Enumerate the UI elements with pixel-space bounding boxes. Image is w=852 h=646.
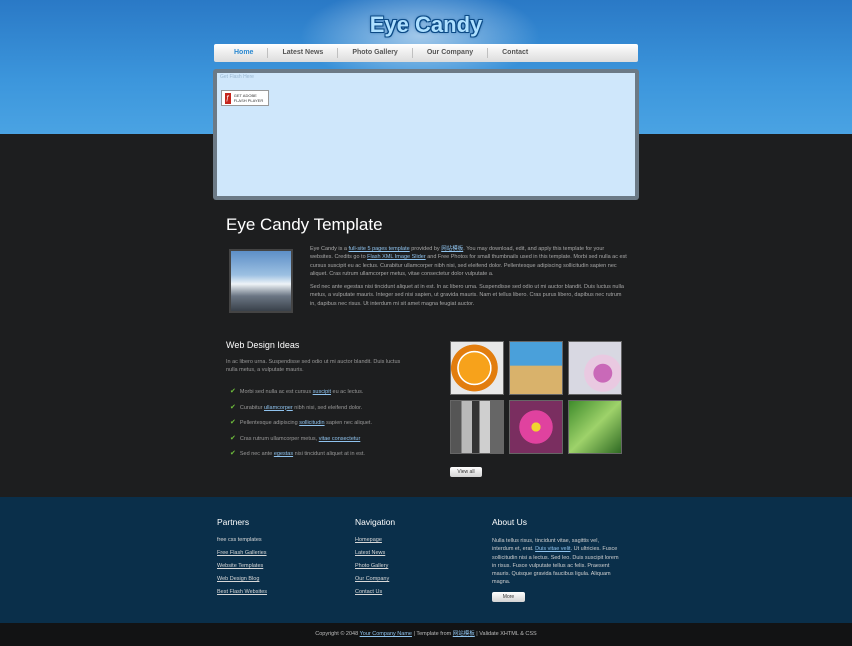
footer-nav-link[interactable]: Our Company bbox=[355, 576, 395, 589]
slider-link[interactable]: Flash XML Image Slider bbox=[367, 254, 426, 260]
about-title: About Us bbox=[492, 517, 527, 527]
source-link[interactable]: 网站模板 bbox=[453, 631, 475, 637]
ideas-list: ✔ Morbi sed nulla ac est cursus suscipit … bbox=[230, 388, 372, 467]
list-text: nibh nisi, sed eleifend dolor. bbox=[292, 404, 363, 411]
list-link[interactable]: sollicitudin bbox=[299, 420, 324, 426]
check-icon: ✔ bbox=[230, 434, 236, 442]
copyright-text: | Validate XHTML & CSS bbox=[474, 631, 537, 637]
site-logo[interactable]: Eye Candy bbox=[0, 12, 852, 38]
nav-our-company[interactable]: Our Company bbox=[413, 48, 489, 58]
intro-text: Eye Candy is a bbox=[310, 246, 349, 252]
partner-link[interactable]: Best Flash Websites bbox=[217, 589, 267, 602]
flash-slider: Get Flash Here ƒ GET ADOBE FLASH PLAYER bbox=[217, 73, 635, 196]
mountain-image bbox=[229, 249, 293, 313]
more-button[interactable]: More bbox=[492, 591, 525, 602]
list-text: eu ac lectus. bbox=[330, 389, 364, 395]
list-item: ✔ Pellentesque adipiscing sollicitudin sa… bbox=[230, 419, 372, 436]
nav-contact[interactable]: Contact bbox=[488, 48, 542, 58]
footer-navigation: Navigation Homepage Latest News Photo Ga… bbox=[355, 517, 395, 602]
list-text: Morbi sed nulla ac est cursus bbox=[239, 389, 313, 395]
thumbnail-gallery bbox=[450, 341, 624, 454]
intro-paragraph-2: Sed nec ante egestas nisi tincidunt aliq… bbox=[310, 284, 624, 307]
nav-home[interactable]: Home bbox=[220, 48, 269, 58]
list-text: Curabitur bbox=[239, 404, 265, 411]
footer-about: About Us Nulla tellus risus, tincidunt v… bbox=[492, 517, 620, 602]
footer-nav-link[interactable]: Latest News bbox=[355, 550, 395, 563]
company-link[interactable]: Your Company Name bbox=[360, 631, 412, 637]
intro-title: Eye Candy Template bbox=[226, 215, 383, 234]
thumbnail-orange[interactable] bbox=[450, 341, 504, 395]
list-item: ✔ Morbi sed nulla ac est cursus suscipit … bbox=[230, 388, 372, 405]
nav-photo-gallery[interactable]: Photo Gallery bbox=[338, 48, 413, 58]
partners-list: free css templates Free Flash Galleries … bbox=[217, 537, 267, 602]
copyright-bar: Copyright © 2048 Your Company Name | Tem… bbox=[0, 623, 852, 646]
list-item: ✔ Curabitur ullamcorper nibh nisi, sed el… bbox=[230, 403, 372, 421]
about-text: Nulla tellus risus, tincidunt vitae, sag… bbox=[492, 537, 620, 587]
list-text: Cras rutrum ullamcorper metus, bbox=[239, 435, 319, 442]
thumbnail-people[interactable] bbox=[450, 400, 504, 454]
navigation-list: Homepage Latest News Photo Gallery Our C… bbox=[355, 537, 395, 602]
partner-link[interactable]: Web Design Blog bbox=[217, 576, 267, 589]
flash-slider-frame: Get Flash Here ƒ GET ADOBE FLASH PLAYER bbox=[213, 69, 639, 200]
footer-nav-link[interactable]: Photo Gallery bbox=[355, 563, 395, 576]
thumbnail-flower-magenta[interactable] bbox=[509, 400, 563, 454]
partner-link[interactable]: free css templates bbox=[217, 537, 267, 550]
list-text: sapien nec aliquet. bbox=[324, 420, 372, 426]
list-text: nisi tincidunt aliquet at in est. bbox=[293, 451, 365, 457]
partner-link[interactable]: Free Flash Galleries bbox=[217, 550, 267, 563]
list-link[interactable]: ullamcorper bbox=[264, 405, 293, 411]
partners-title: Partners bbox=[217, 517, 250, 527]
footer-partners: Partners free css templates Free Flash G… bbox=[217, 517, 267, 602]
footer bbox=[0, 497, 852, 623]
check-icon: ✔ bbox=[230, 403, 236, 411]
navigation-title: Navigation bbox=[355, 517, 396, 527]
list-item: ✔ Cras rutrum ullamcorper metus, vitae co… bbox=[230, 434, 372, 452]
intro-paragraph-1: Eye Candy is a full-site 5 pages templat… bbox=[310, 245, 628, 279]
thumbnail-barbed-wire[interactable] bbox=[568, 400, 622, 454]
thumbnail-flower-pink[interactable] bbox=[568, 341, 622, 395]
list-link[interactable]: vitae consectetur bbox=[319, 436, 361, 442]
ideas-title: Web Design Ideas bbox=[226, 340, 300, 350]
list-text: Sed nec ante bbox=[239, 451, 274, 457]
list-link[interactable]: suscipit bbox=[313, 389, 331, 395]
flash-icon: ƒ bbox=[225, 92, 231, 104]
flash-top-text: Get Flash Here bbox=[220, 74, 254, 80]
thumbnail-pyramid[interactable] bbox=[509, 341, 563, 395]
list-text: Pellentesque adipiscing bbox=[239, 420, 300, 426]
flash-badge-text: GET ADOBE FLASH PLAYER bbox=[233, 93, 264, 103]
check-icon: ✔ bbox=[230, 419, 236, 426]
footer-nav-link[interactable]: Homepage bbox=[355, 537, 395, 550]
nav-latest-news[interactable]: Latest News bbox=[268, 48, 339, 58]
get-flash-player-button[interactable]: ƒ GET ADOBE FLASH PLAYER bbox=[221, 90, 269, 106]
provider-link[interactable]: 网站模板 bbox=[441, 246, 463, 252]
copyright-text: Copyright © 2048 bbox=[315, 631, 360, 637]
view-all-button[interactable]: View all bbox=[450, 467, 482, 477]
ideas-text: In ac libero urna. Suspendisse sed odio … bbox=[226, 359, 401, 373]
partner-link[interactable]: Website Templates bbox=[217, 563, 267, 576]
main-nav: Home Latest News Photo Gallery Our Compa… bbox=[214, 44, 638, 62]
copyright-text: | Template from bbox=[411, 631, 453, 637]
check-icon: ✔ bbox=[230, 450, 236, 457]
footer-nav-link[interactable]: Contact Us bbox=[355, 589, 395, 602]
list-link[interactable]: egestas bbox=[274, 451, 293, 457]
list-item: ✔ Sed nec ante egestas nisi tincidunt ali… bbox=[230, 450, 372, 467]
check-icon: ✔ bbox=[230, 388, 236, 395]
about-link[interactable]: Duis vitae velit bbox=[535, 546, 570, 552]
intro-text: provided by bbox=[409, 246, 442, 252]
template-link[interactable]: full-site 5 pages template bbox=[349, 246, 410, 252]
